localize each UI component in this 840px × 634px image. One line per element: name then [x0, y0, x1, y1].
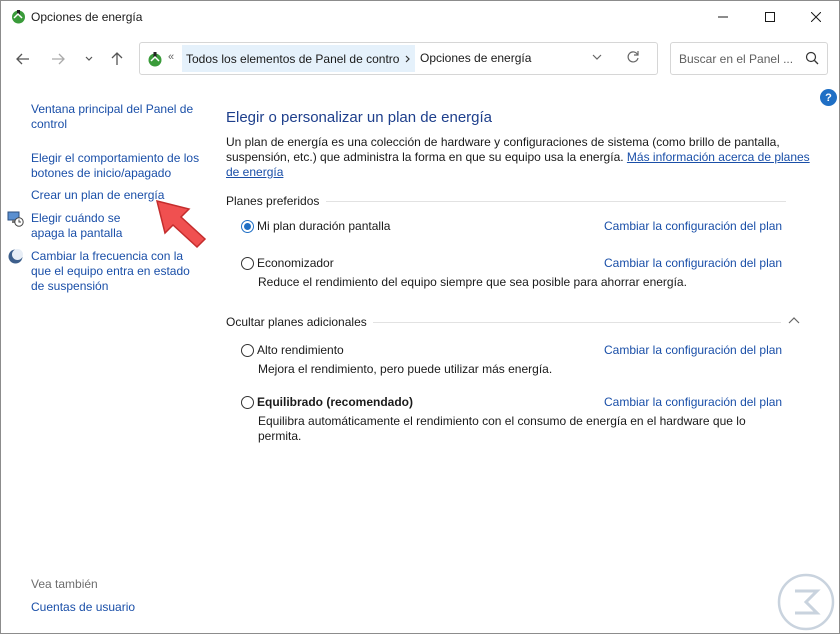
- watermark-logo: [777, 573, 835, 631]
- plan-name[interactable]: Economizador: [257, 256, 334, 270]
- pointer-arrow-icon: [155, 199, 207, 249]
- sidebar-item-label: Ventana principal del Panel de control: [31, 102, 194, 131]
- power-options-icon: [12, 10, 25, 24]
- display-clock-icon: [7, 211, 24, 227]
- sidebar-item-power-buttons[interactable]: Elegir el comportamiento de los botones …: [31, 151, 201, 181]
- plan-radio[interactable]: [241, 396, 254, 409]
- address-dropdown[interactable]: [592, 50, 602, 67]
- arrow-right-icon: [52, 53, 65, 65]
- chevron-down-icon: [592, 54, 602, 60]
- minimize-icon: [718, 16, 728, 18]
- arrow-up-icon: [111, 52, 123, 65]
- sidebar-item-sleep[interactable]: Cambiar la frecuencia con la que el equi…: [31, 249, 201, 294]
- sidebar-item-label: Cambiar la frecuencia con la que el equi…: [31, 249, 190, 293]
- close-button[interactable]: [793, 1, 839, 33]
- plan-name[interactable]: Mi plan duración pantalla: [257, 219, 390, 233]
- user-accounts-link[interactable]: Cuentas de usuario: [31, 600, 135, 614]
- forward-button[interactable]: [46, 45, 70, 73]
- additional-plans-header[interactable]: Ocultar planes adicionales: [226, 315, 367, 329]
- breadcrumb-all-items-label: Todos los elementos de Panel de control: [186, 51, 403, 66]
- minimize-button[interactable]: [700, 1, 746, 33]
- change-plan-settings-link[interactable]: Cambiar la configuración del plan: [604, 395, 782, 409]
- chevron-right-icon: [405, 55, 410, 62]
- plan-radio[interactable]: [241, 344, 254, 357]
- collapse-button[interactable]: [788, 315, 800, 329]
- plan-name[interactable]: Equilibrado (recomendado): [257, 395, 413, 409]
- breadcrumb-separator[interactable]: [400, 45, 415, 72]
- change-plan-settings-link[interactable]: Cambiar la configuración del plan: [604, 256, 782, 270]
- sidebar-item-control-panel-home[interactable]: Ventana principal del Panel de control: [31, 102, 201, 132]
- page-title: Elegir o personalizar un plan de energía: [226, 109, 493, 126]
- power-options-window: Opciones de energía « Todos los elemento…: [0, 0, 840, 634]
- moon-icon: [8, 249, 23, 264]
- search-input[interactable]: [671, 43, 801, 74]
- plan-description: Reduce el rendimiento del equipo siempre…: [258, 275, 687, 289]
- intro-text: Un plan de energía es una colección de h…: [226, 135, 811, 180]
- plan-description: Equilibra automáticamente el rendimiento…: [258, 414, 746, 443]
- sidebar-item-label: Elegir cuándo se apaga la pantalla: [31, 211, 123, 240]
- chevron-down-icon: [85, 56, 93, 61]
- address-bar[interactable]: « Todos los elementos de Panel de contro…: [139, 42, 658, 75]
- maximize-button[interactable]: [747, 1, 793, 33]
- breadcrumb-power-options[interactable]: Opciones de energía: [420, 51, 531, 65]
- maximize-icon: [765, 12, 775, 22]
- back-button[interactable]: [11, 45, 35, 73]
- preferred-plans-divider: [326, 201, 786, 202]
- control-panel-icon: [148, 52, 162, 67]
- additional-plans-divider: [373, 322, 781, 323]
- refresh-icon: [627, 51, 639, 63]
- up-button[interactable]: [105, 45, 129, 73]
- search-box[interactable]: [670, 42, 828, 75]
- plan-name[interactable]: Alto rendimiento: [257, 343, 344, 357]
- address-overflow[interactable]: «: [168, 51, 174, 63]
- help-icon[interactable]: ?: [820, 89, 837, 106]
- change-plan-settings-link[interactable]: Cambiar la configuración del plan: [604, 343, 782, 357]
- change-plan-settings-link[interactable]: Cambiar la configuración del plan: [604, 219, 782, 233]
- see-also-heading: Vea también: [31, 577, 98, 591]
- close-icon: [811, 12, 821, 22]
- window-title: Opciones de energía: [31, 10, 143, 24]
- breadcrumb-all-items[interactable]: Todos los elementos de Panel de control: [182, 45, 407, 72]
- arrow-left-icon: [16, 53, 29, 65]
- sidebar-item-label: Elegir el comportamiento de los botones …: [31, 151, 200, 180]
- preferred-plans-header: Planes preferidos: [226, 194, 320, 208]
- plan-radio[interactable]: [241, 220, 254, 233]
- chevron-up-icon: [788, 317, 800, 324]
- search-icon: [805, 51, 819, 65]
- plan-description: Mejora el rendimiento, pero puede utiliz…: [258, 362, 553, 376]
- refresh-button[interactable]: [626, 50, 640, 67]
- recent-locations-button[interactable]: [77, 45, 101, 73]
- title-bar: Opciones de energía: [1, 1, 839, 33]
- plan-radio[interactable]: [241, 257, 254, 270]
